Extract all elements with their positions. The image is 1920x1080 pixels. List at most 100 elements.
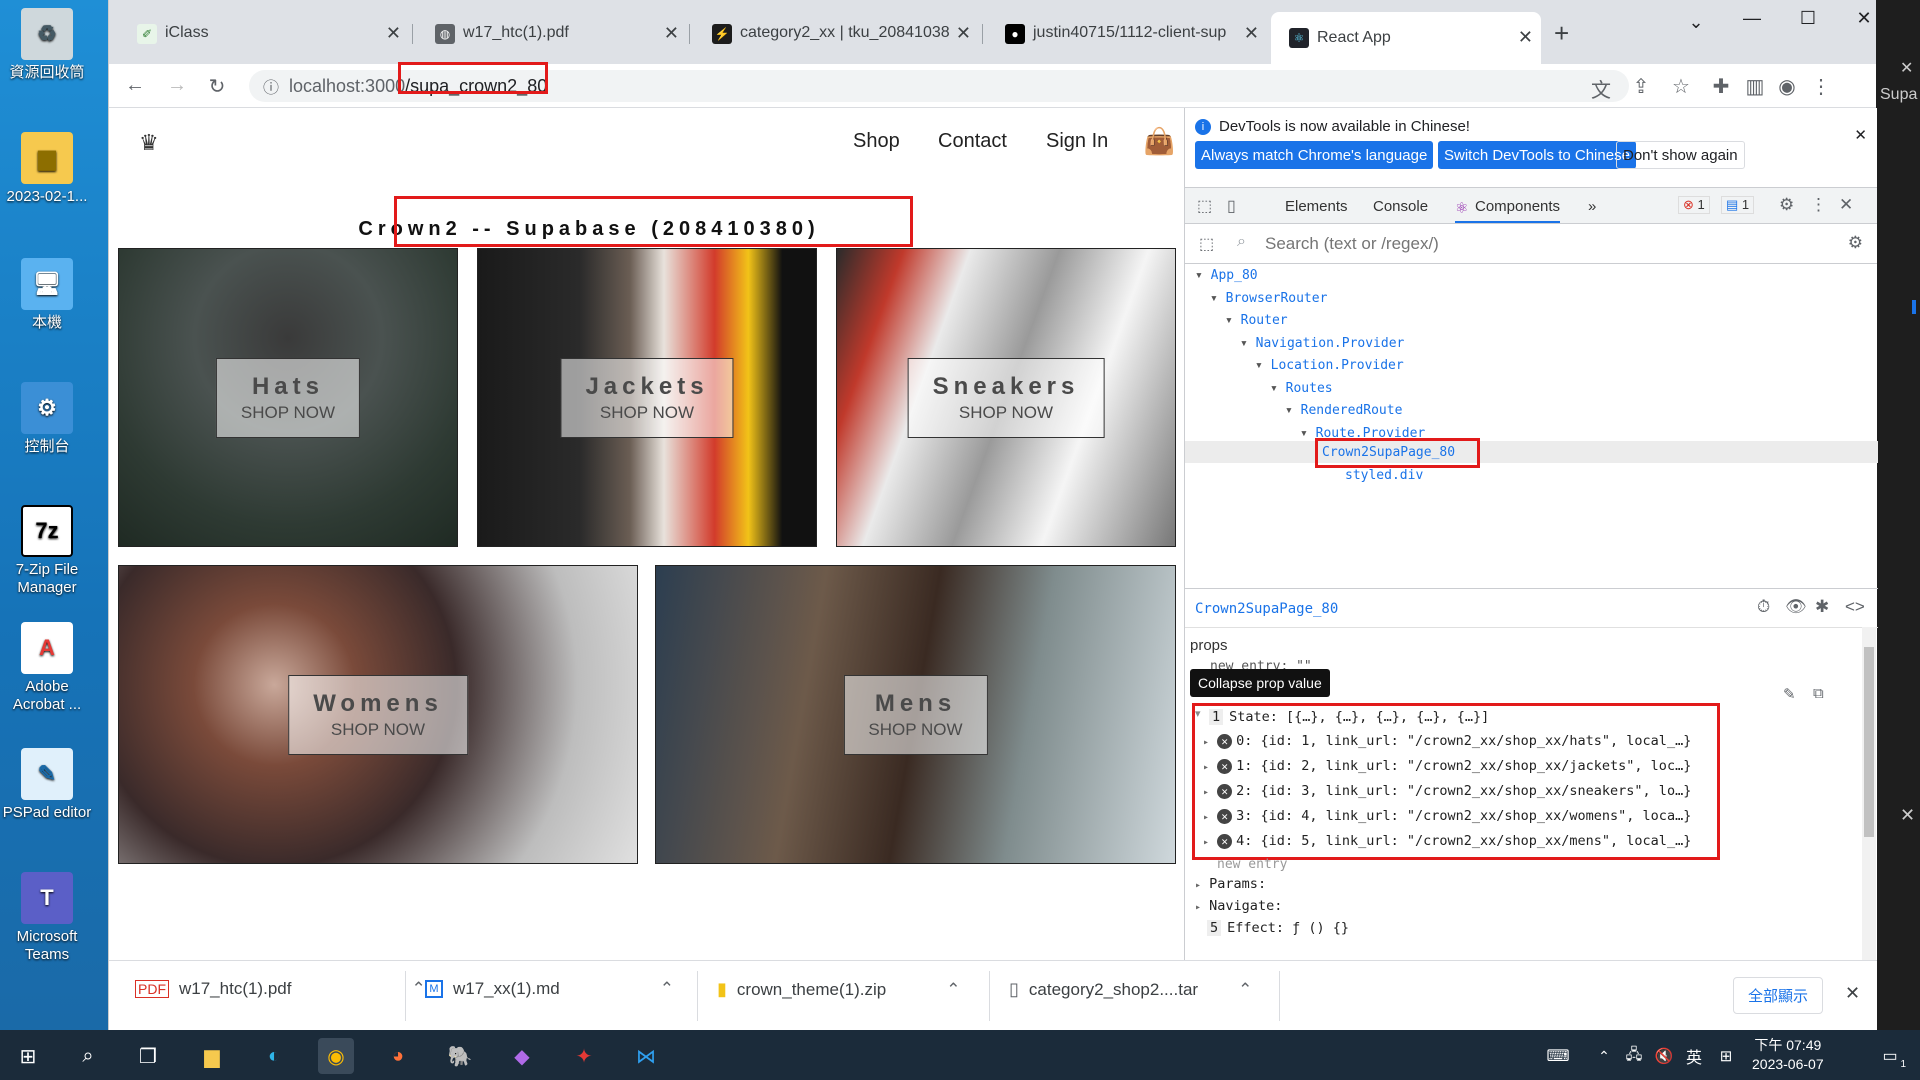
eye-icon[interactable]: 👁 [1785, 597, 1807, 617]
ime-mode-icon[interactable]: ⊞ [1708, 1038, 1744, 1074]
task-view-icon[interactable]: ❐ [130, 1038, 166, 1074]
close-icon[interactable]: ✕ [956, 23, 971, 44]
edit-wand-icon[interactable]: ✎ [1783, 685, 1796, 703]
chrome-icon[interactable]: ◉ [318, 1038, 354, 1074]
download-item[interactable]: PDF w17_htc(1).pdf ⌃ [135, 979, 426, 999]
close-icon[interactable]: ✕ [1900, 58, 1913, 78]
tree-node[interactable]: ▾ RenderedRoute [1285, 403, 1402, 418]
message-badge[interactable]: ▤ 1 [1721, 196, 1755, 214]
switch-devtools-chinese-button[interactable]: Switch DevTools to Chinese [1438, 141, 1636, 169]
device-toolbar-icon[interactable]: ▯ [1227, 196, 1236, 216]
tab-pdf[interactable]: ◍ w17_htc(1).pdf ✕ [417, 14, 687, 52]
new-tab-button[interactable]: + [1554, 18, 1569, 49]
tab-search-icon[interactable]: ⌄ [1673, 12, 1719, 33]
category-hats[interactable]: Hats SHOP NOW [118, 248, 458, 547]
windows-start-icon[interactable]: ⊞ [10, 1038, 46, 1074]
more-tabs-icon[interactable]: » [1588, 198, 1596, 215]
profile-avatar-icon[interactable]: ◉ [1775, 74, 1799, 99]
download-item[interactable]: Mw17_xx(1).md ⌃ [425, 979, 674, 999]
back-icon[interactable]: ← [123, 74, 147, 97]
maximize-button[interactable]: ☐ [1785, 8, 1831, 29]
hook-navigate[interactable]: ▸ Navigate: [1195, 898, 1282, 914]
close-devtools-icon[interactable]: ✕ [1839, 195, 1853, 215]
search-icon[interactable]: ⌕ [70, 1038, 106, 1074]
tab-supabase[interactable]: ⚡ category2_xx | tku_20841038 ✕ [694, 14, 979, 52]
chevron-up-icon[interactable]: ⌃ [660, 979, 674, 999]
state-new-entry[interactable]: new entry [1217, 857, 1287, 872]
chevron-up-icon[interactable]: ⌃ [411, 979, 425, 999]
download-item[interactable]: ▮ crown_theme(1).zip ⌃ [717, 979, 960, 1000]
hook-params[interactable]: ▸ Params: [1195, 876, 1266, 892]
desktop-icon-control-panel[interactable]: ⚙ 控制台 [0, 382, 94, 456]
reload-icon[interactable]: ↻ [205, 74, 229, 99]
tab-react-app[interactable]: ⚛ React App ✕ [1271, 12, 1541, 64]
keyboard-icon[interactable]: ⌨ [1540, 1038, 1576, 1074]
extensions-icon[interactable]: ✚ [1709, 74, 1733, 99]
nav-signin-link[interactable]: Sign In [1046, 130, 1108, 153]
view-source-icon[interactable]: <> [1845, 597, 1865, 617]
close-downloads-icon[interactable]: ✕ [1845, 983, 1860, 1004]
download-item[interactable]: ▯ category2_shop2....tar ⌃ [1009, 979, 1252, 1000]
postgres-icon[interactable]: 🐘 [442, 1038, 478, 1074]
desktop-icon-acrobat[interactable]: A Adobe Acrobat ... [0, 622, 94, 714]
minimize-button[interactable]: — [1729, 8, 1775, 29]
close-icon[interactable]: ✕ [664, 23, 679, 44]
inspect-element-icon[interactable]: ⬚ [1197, 196, 1212, 216]
scrollbar[interactable] [1862, 627, 1876, 961]
timer-icon[interactable]: ⏱ [1757, 597, 1770, 617]
firefox-icon[interactable]: ◕ [380, 1038, 416, 1074]
clock[interactable]: 下午 07:49 2023-06-07 [1752, 1036, 1824, 1074]
close-icon[interactable]: ✕ [1854, 126, 1867, 144]
tab-components[interactable]: ⚛ Components [1455, 198, 1561, 223]
tab-iclass[interactable]: ✐ iClass ✕ [119, 14, 409, 52]
select-component-icon[interactable]: ⬚ [1199, 234, 1214, 254]
translate-icon[interactable]: 文 [1589, 74, 1613, 103]
chevron-up-icon[interactable]: ⌃ [1238, 980, 1252, 1000]
category-mens[interactable]: Mens SHOP NOW [655, 565, 1176, 864]
notifications-icon[interactable]: ▭ 1 [1872, 1038, 1908, 1074]
more-options-icon[interactable]: ⋮ [1810, 195, 1827, 215]
category-jackets[interactable]: Jackets SHOP NOW [477, 248, 817, 547]
category-womens[interactable]: Womens SHOP NOW [118, 565, 638, 864]
bug-icon[interactable]: ✱ [1815, 597, 1829, 617]
always-match-language-button[interactable]: Always match Chrome's language [1195, 141, 1434, 169]
app-drop-icon[interactable]: ◆ [504, 1038, 540, 1074]
desktop-icon-7zip[interactable]: 7z 7-Zip File Manager [0, 505, 94, 597]
vscode-icon[interactable]: ⋈ [628, 1038, 664, 1074]
chevron-up-icon[interactable]: ⌃ [946, 980, 960, 1000]
edge-icon[interactable]: ◐ [256, 1038, 292, 1074]
site-info-icon[interactable]: ⓘ [263, 74, 279, 98]
settings-gear-icon[interactable]: ⚙ [1779, 195, 1794, 215]
close-icon[interactable]: ✕ [1244, 23, 1259, 44]
shopping-bag-icon[interactable]: 👜 [1143, 126, 1175, 157]
error-badge[interactable]: ⊗ 1 [1678, 196, 1710, 214]
tree-node[interactable]: ▾ Router [1225, 313, 1288, 328]
tree-node[interactable]: ▾ Navigation.Provider [1240, 336, 1404, 351]
hook-effect[interactable]: 5 Effect: ƒ () {} [1207, 920, 1349, 936]
tree-node[interactable]: styled.div [1345, 468, 1423, 483]
bookmark-star-icon[interactable]: ☆ [1669, 74, 1693, 99]
desktop-icon-recycle-bin[interactable]: ♻ 資源回收筒 [0, 8, 94, 82]
desktop-icon-pspad[interactable]: ✎ PSPad editor [0, 748, 94, 822]
share-icon[interactable]: ⇪ [1629, 74, 1653, 99]
tab-elements[interactable]: Elements [1285, 198, 1348, 215]
dont-show-again-button[interactable]: Don't show again [1616, 141, 1745, 169]
nav-shop-link[interactable]: Shop [853, 130, 900, 153]
close-window-button[interactable]: ✕ [1841, 8, 1887, 29]
crown-logo-icon[interactable]: ♛ [139, 130, 159, 156]
side-panel-icon[interactable]: ▥ [1743, 74, 1767, 99]
desktop-icon-folder[interactable]: ▆ 2023-02-1... [0, 132, 94, 206]
nav-contact-link[interactable]: Contact [938, 130, 1007, 153]
show-all-downloads-button[interactable]: 全部顯示 [1733, 977, 1824, 1014]
tree-node[interactable]: ▾ Routes [1270, 381, 1333, 396]
desktop-icon-teams[interactable]: T Microsoft Teams [0, 872, 94, 964]
tree-node[interactable]: ▾ BrowserRouter [1210, 291, 1327, 306]
tab-github[interactable]: ● justin40715/1112-client-sup ✕ [987, 14, 1267, 52]
scrollbar-thumb[interactable] [1864, 647, 1874, 837]
tree-node[interactable]: ▾ Location.Provider [1255, 358, 1404, 373]
copy-icon[interactable]: ⧉ [1813, 685, 1824, 702]
gitkraken-icon[interactable]: ✦ [566, 1038, 602, 1074]
components-search-input[interactable] [1265, 230, 1785, 258]
desktop-icon-this-pc[interactable]: 🖥 本機 [0, 258, 94, 332]
close-icon[interactable]: ✕ [1518, 27, 1533, 48]
